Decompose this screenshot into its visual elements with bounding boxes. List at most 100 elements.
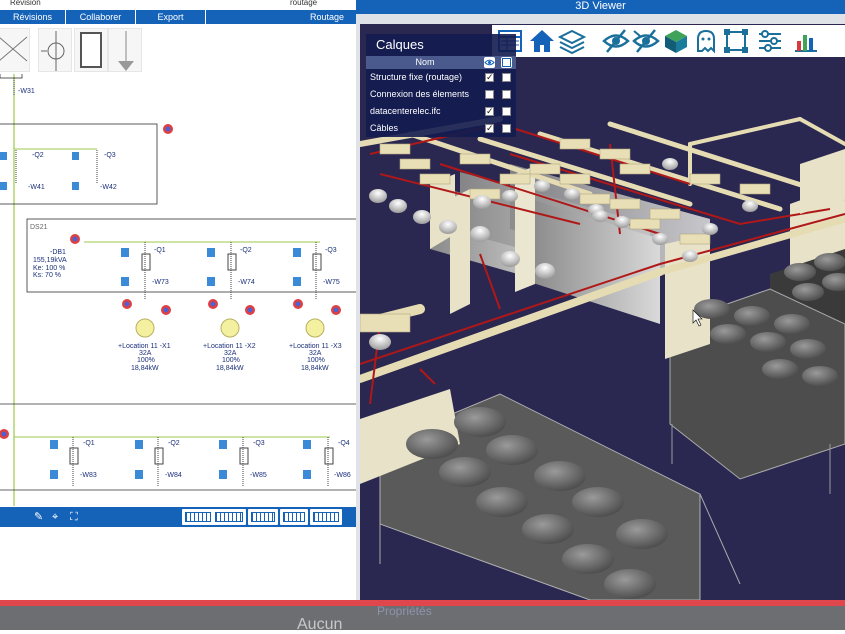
outlet-name: +Location 11 -X1 [118,343,171,350]
layer-select-checkbox[interactable] [502,90,511,99]
layers-icon[interactable] [558,27,586,55]
cable-w42-label: -W42 [100,184,117,191]
breaker-q2-row1[interactable]: -Q2 -W41 [0,150,45,191]
outlet-name: +Location 11 -X3 [289,343,342,350]
properties-title: Propriétés [377,604,432,618]
ribbon: Révision routage Révisions Collaborer Ex… [0,0,356,24]
transformer-icon [0,36,28,62]
cube-icon[interactable] [662,27,690,55]
socket-icon [135,318,155,338]
outlet-current: 32A [139,350,152,357]
edit-icon[interactable]: ✎ [34,510,43,524]
breaker-label: -Q3 [253,440,265,447]
layer-visible-checkbox[interactable]: ✓ [485,124,494,133]
ribbon-top-label-revision: Révision [10,0,41,7]
chart-icon[interactable] [792,27,820,55]
panel-icon [80,32,102,68]
cable-label: -W75 [323,279,340,286]
switchboard-ke: Ke: 100 % [33,265,65,272]
meter-symbol-button[interactable] [38,28,72,72]
select-column-icon[interactable] [501,57,512,68]
layout-list-group [248,509,278,525]
layer-row-ifc[interactable]: datacenterelec.ifc ✓ [366,103,516,120]
panel-symbol-button[interactable] [74,28,108,72]
socket-icon [220,318,240,338]
layers-header: Nom [366,56,516,69]
breaker-label: -Q2 [168,440,180,447]
switchboard-breaker-label: -DB1 [50,249,66,256]
ghost-icon[interactable] [692,27,720,55]
outlet-name: +Location 11 -X2 [203,343,256,350]
layer-visible-checkbox[interactable] [485,90,494,99]
switchboard-power: 155,19kVA [33,257,67,264]
layer-visible-checkbox[interactable]: ✓ [485,107,494,116]
fit-selection-icon[interactable]: ⛶ [70,510,78,524]
layers-column-name: Nom [415,57,435,67]
cable-label: -W83 [80,472,97,479]
layers-panel: Calques Nom Structure fixe (routage) ✓ C… [366,34,516,137]
switchboard-ds21[interactable] [26,218,356,293]
transformer-symbol-button[interactable] [0,28,30,72]
layout-view-group [182,509,246,525]
viewer-toolbar [492,25,845,57]
layer-row-structure[interactable]: Structure fixe (routage) ✓ [366,69,516,86]
layer-row-connexion[interactable]: Connexion des élements [366,86,516,103]
tab-collaborer[interactable]: Collaborer [66,10,136,24]
ground-icon [118,31,134,71]
tab-export[interactable]: Export [136,10,206,24]
home-icon[interactable] [528,27,556,55]
layout-electric-group [280,509,308,525]
breaker-row3-3[interactable]: -Q3 -W85 [219,437,267,486]
location-pin-icon[interactable]: ⌖ [52,510,58,524]
electrical-schematic[interactable]: -W31 -Q2 -W41 -Q3 -W42 DS21 -DB1 155,19k… [0,74,356,506]
outlet-power: 18,84kW [301,365,329,372]
cable-label: -W73 [152,279,169,286]
tab-routage[interactable]: Routage [206,10,356,24]
breaker-q2-label: -Q2 [32,152,44,159]
switchboard-name: DS21 [30,224,48,231]
layout-table-button[interactable] [313,512,339,522]
cable-label: -W84 [165,472,182,479]
cable-w41-label: -W41 [28,184,45,191]
breaker-label: -Q2 [240,247,252,254]
cable-label: -W74 [238,279,255,286]
layer-name: Structure fixe (routage) [370,72,463,82]
breaker-row3-1[interactable]: -Q1 -W83 [50,437,97,486]
distribution-block-1 [0,123,158,205]
breaker-q3-row1[interactable]: -Q3 -W42 [72,150,117,191]
layout-electric-button[interactable] [283,512,305,522]
layer-row-cables[interactable]: Câbles ✓ [366,120,516,137]
outlet-percent: 100% [137,357,155,364]
outlet-power: 18,84kW [131,365,159,372]
3d-viewport[interactable]: Calques Nom Structure fixe (routage) ✓ C… [360,24,845,600]
viewer-pane: 3D Viewer Calques Nom Structure fixe (ro… [356,0,845,630]
hide-all-icon[interactable] [632,27,660,55]
breaker-label: -Q4 [338,440,350,447]
layout-table-group [310,509,342,525]
outlet-current: 32A [224,350,237,357]
layout-grid-button[interactable] [185,512,211,522]
breaker-label: -Q1 [154,247,166,254]
socket-icon [305,318,325,338]
layer-select-checkbox[interactable] [502,107,511,116]
layout-chart-button[interactable] [215,512,243,522]
ground-symbol-button[interactable] [108,28,142,72]
visibility-column-icon[interactable] [484,57,495,68]
layer-visible-checkbox[interactable]: ✓ [485,73,494,82]
schematic-toolbar: ✎ ⌖ ⛶ [0,507,356,527]
layer-name: datacenterelec.ifc [370,106,441,116]
tab-revisions[interactable]: Révisions [0,10,66,24]
breaker-row3-4[interactable]: -Q4 -W86 [303,437,351,486]
settings-icon[interactable] [756,27,784,55]
viewer-title: 3D Viewer [356,0,845,14]
breaker-label: -Q1 [83,440,95,447]
breaker-row3-2[interactable]: -Q2 -W84 [135,437,182,486]
fit-icon[interactable] [722,27,750,55]
outlet-power: 18,84kW [216,365,244,372]
ribbon-tabs: Révisions Collaborer Export Routage [0,10,356,24]
layer-select-checkbox[interactable] [502,73,511,82]
layout-list-button[interactable] [251,512,275,522]
layer-select-checkbox[interactable] [502,124,511,133]
hide-icon[interactable] [602,27,630,55]
outlet-percent: 100% [222,357,240,364]
